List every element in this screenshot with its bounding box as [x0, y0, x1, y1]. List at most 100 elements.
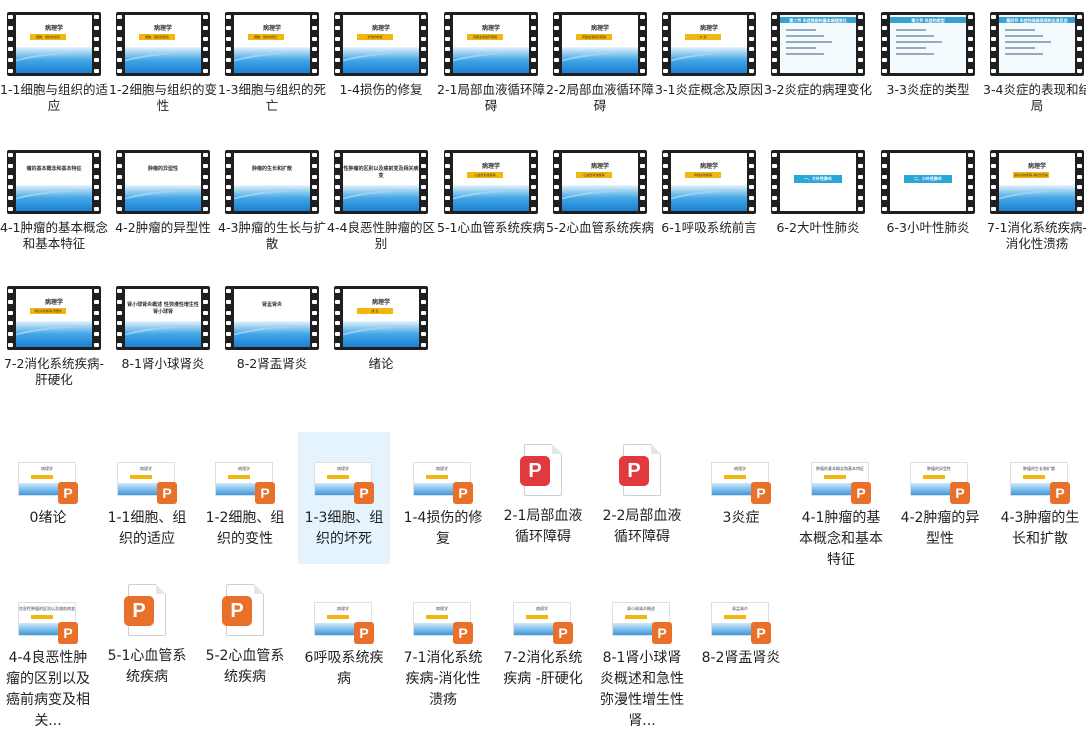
ppt-file-item[interactable]: 病理学 P 3炎症	[695, 452, 787, 529]
file-name: 8-1肾小球肾炎	[121, 356, 205, 371]
ppt-file-item[interactable]: 肾小球肾炎概述 P 8-1肾小球肾炎概述和急性弥漫性增生性肾...	[596, 592, 688, 732]
video-file-item[interactable]: 第三节 炎症的类型 3-3炎症的类型	[874, 12, 982, 98]
video-file-item[interactable]: 二、小叶性肺炎 6-3小叶性肺炎	[874, 150, 982, 236]
ppt-file-item[interactable]: 病理学 P 1-4损伤的修复	[397, 452, 489, 550]
slide-subtitle-band: 消化系统疾病-肝硬化	[30, 308, 66, 314]
file-name: 4-3肿瘤的生长和扩散	[1000, 510, 1080, 547]
slide-subtitle-band: 细胞、组织的死亡	[248, 34, 284, 40]
ppt-file-item[interactable]: P 5-2心血管系统疾病	[199, 584, 291, 688]
ppt-file-item[interactable]: 良恶性肿瘤的区别以及癌前病变 P 4-4良恶性肿瘤的区别以及癌前病变及相关...	[2, 592, 94, 732]
video-file-item[interactable]: 第四节 炎症的局部表现和全身反应 3-4炎症的表现和结局	[983, 12, 1086, 114]
slide-title: 病理学	[1027, 163, 1046, 170]
ppt-file-item[interactable]: P 5-1心血管系统疾病	[101, 584, 193, 688]
file-name: 8-1肾小球肾炎概述和急性弥漫性增生性肾...	[600, 650, 684, 729]
slide-subtitle-band	[625, 615, 647, 619]
video-file-item[interactable]: 瘤的基本概念和基本特征 4-1肿瘤的基本概念和基本特征	[0, 150, 108, 252]
ppt-badge: P	[222, 596, 252, 626]
slide-preview: 第二节 炎症局部的基本病理变化	[780, 15, 856, 73]
ppt-file-item[interactable]: 肿瘤的基本概念和基本特征 P 4-1肿瘤的基本概念和基本特征	[795, 452, 887, 571]
ppt-file-item[interactable]: 肿瘤的生长和扩散 P 4-3肿瘤的生长和扩散	[994, 452, 1086, 550]
ppt-file-item[interactable]: 病理学 P 0绪论	[2, 452, 94, 529]
file-name: 7-1消化系统疾病-消化性溃疡	[403, 650, 483, 708]
video-file-item[interactable]: 病理学炎 症 3-1炎症概念及原因	[655, 12, 763, 98]
powerpoint-icon: P	[751, 622, 771, 644]
slide-title: 病理学	[734, 466, 746, 471]
file-thumbnail: 肿瘤的基本概念和基本特征 P	[811, 462, 871, 504]
video-file-item[interactable]: 病理学 呼吸系统疾病 6-1呼吸系统前言	[655, 150, 763, 236]
ppt-file-item[interactable]: 病理学 P 1-1细胞、组织的适应	[101, 452, 193, 550]
slide-title: 瘤的基本概念和基本特征	[26, 166, 82, 172]
file-name: 2-2局部血液循环障碍	[602, 508, 682, 545]
file-name: 4-2肿瘤的异型性	[115, 220, 211, 235]
ppt-file-item[interactable]: 病理学 P 1-3细胞、组织的坏死	[298, 432, 390, 564]
ppt-file-item[interactable]: 病理学 P 7-1消化系统疾病-消化性溃疡	[397, 592, 489, 711]
video-file-item[interactable]: 病理学 消化系统疾病-肝硬化 7-2消化系统疾病-肝硬化	[0, 286, 108, 388]
file-thumbnail: 病理学 P	[314, 602, 374, 644]
video-thumbnail: 肾盂肾炎	[225, 286, 319, 350]
video-thumbnail: 病理学 局部血液循环障碍	[553, 12, 647, 76]
film-sprocket-strip	[772, 153, 778, 211]
ppt-file-item[interactable]: 肾盂肾炎 P 8-2肾盂肾炎	[695, 592, 787, 669]
slide-text-line	[896, 35, 934, 37]
video-file-item[interactable]: 病理学 消化系统疾病-消化性溃疡 7-1消化系统疾病-消化性溃疡	[983, 150, 1086, 252]
ppt-file-item[interactable]: 肿瘤的异型性 P 4-2肿瘤的异型性	[894, 452, 986, 550]
file-name: 5-1心血管系统疾病	[107, 648, 187, 685]
video-file-item[interactable]: 性肿瘤的区别以及癌前变及相关病变 4-4良恶性肿瘤的区别	[327, 150, 435, 252]
film-sprocket-strip	[1077, 15, 1083, 73]
video-file-item[interactable]: 病理学 心血管系统疾病 5-2心血管系统疾病	[546, 150, 654, 236]
file-name: 1-1细胞与组织的适应	[0, 82, 108, 113]
slide-title: 病理学	[699, 25, 718, 32]
powerpoint-file-icon: P	[222, 584, 268, 642]
slide-title: 病理学	[44, 299, 63, 306]
video-thumbnail: 病理学 心血管系统疾病	[553, 150, 647, 214]
film-sprocket-strip	[203, 153, 209, 211]
pdf-file-item[interactable]: P 2-2局部血液循环障碍	[596, 444, 688, 548]
video-file-item[interactable]: 肿瘤的生长和扩散 4-3肿瘤的生长与扩散	[218, 150, 326, 252]
slide-preview: 病理学 细胞、组织的变性	[125, 15, 201, 73]
slide-subtitle-band	[526, 615, 548, 619]
slide-preview: 病理学消化系统疾病-消化性溃疡	[999, 153, 1075, 211]
video-file-item[interactable]: 肿瘤的异型性 4-2肿瘤的异型性	[109, 150, 217, 236]
video-thumbnail: 病理学绪 论	[334, 286, 428, 350]
film-sprocket-strip	[882, 15, 888, 73]
video-thumbnail: 性肿瘤的区别以及癌前变及相关病变	[334, 150, 428, 214]
video-file-item[interactable]: 病理学 细胞、组织的死亡 1-3细胞与组织的死亡	[218, 12, 326, 114]
ppt-file-item[interactable]: 病理学 P 7-2消化系统疾病 -肝硬化	[497, 592, 589, 690]
file-name: 6呼吸系统疾病	[304, 650, 384, 687]
video-file-item[interactable]: 病理学 细胞、组织的适应 1-1细胞与组织的适应	[0, 12, 108, 114]
video-thumbnail: 二、小叶性肺炎	[881, 150, 975, 214]
video-file-item[interactable]: 病理学 局部血液循环障碍 2-1局部血液循环障碍	[437, 12, 545, 114]
video-file-item[interactable]: 一、大叶性肺炎 6-2大叶性肺炎	[764, 150, 872, 236]
slide-subtitle-band	[1023, 475, 1045, 479]
video-file-item[interactable]: 病理学 心血管系统疾病 5-1心血管系统疾病	[437, 150, 545, 236]
file-name: 4-1肿瘤的基本概念和基本特征	[799, 510, 883, 568]
slide-subtitle-band: 局部血液循环障碍	[467, 34, 503, 40]
file-name: 3炎症	[722, 510, 760, 526]
video-file-item[interactable]: 第二节 炎症局部的基本病理变化 3-2炎症的病理变化	[764, 12, 872, 98]
slide-title: 肿瘤的基本概念和基本特征	[816, 466, 864, 471]
file-thumbnail: 肿瘤的生长和扩散 P	[1010, 462, 1070, 504]
video-file-item[interactable]: 病理学 局部血液循环障碍 2-2局部血液循环障碍	[546, 12, 654, 114]
slide-preview: 第四节 炎症的局部表现和全身反应	[999, 15, 1075, 73]
video-file-item[interactable]: 病理学 细胞、组织的变性 1-2细胞与组织的变性	[109, 12, 217, 114]
powerpoint-icon: P	[255, 482, 275, 504]
video-file-item[interactable]: 病理学 损伤的修复 1-4损伤的修复	[327, 12, 435, 98]
file-name: 4-4良恶性肿瘤的区别	[327, 220, 435, 251]
video-thumbnail: 一、大叶性肺炎	[771, 150, 865, 214]
slide-title: 病理学	[371, 25, 390, 32]
slide-subtitle-band	[824, 475, 846, 479]
ppt-file-item[interactable]: 病理学 P 6呼吸系统疾病	[298, 592, 390, 690]
video-file-item[interactable]: 病理学绪 论绪论	[327, 286, 435, 372]
slide-subtitle-band: 消化系统疾病-消化性溃疡	[1013, 172, 1049, 178]
slide-title: 肾盂肾炎	[261, 302, 282, 308]
film-sprocket-strip	[663, 15, 669, 73]
video-file-item[interactable]: 肾盂肾炎 8-2肾盂肾炎	[218, 286, 326, 372]
slide-preview: 一、大叶性肺炎	[780, 153, 856, 211]
video-thumbnail: 第二节 炎症局部的基本病理变化	[771, 12, 865, 76]
pdf-file-item[interactable]: P 2-1局部血液循环障碍	[497, 444, 589, 548]
film-sprocket-strip	[640, 153, 646, 211]
video-file-item[interactable]: 肾小球肾炎概述 性弥漫性增生性肾小球肾 8-1肾小球肾炎	[109, 286, 217, 372]
film-sprocket-strip	[749, 15, 755, 73]
file-thumbnail: 病理学 P	[314, 462, 374, 504]
ppt-file-item[interactable]: 病理学 P 1-2细胞、组织的变性	[199, 452, 291, 550]
